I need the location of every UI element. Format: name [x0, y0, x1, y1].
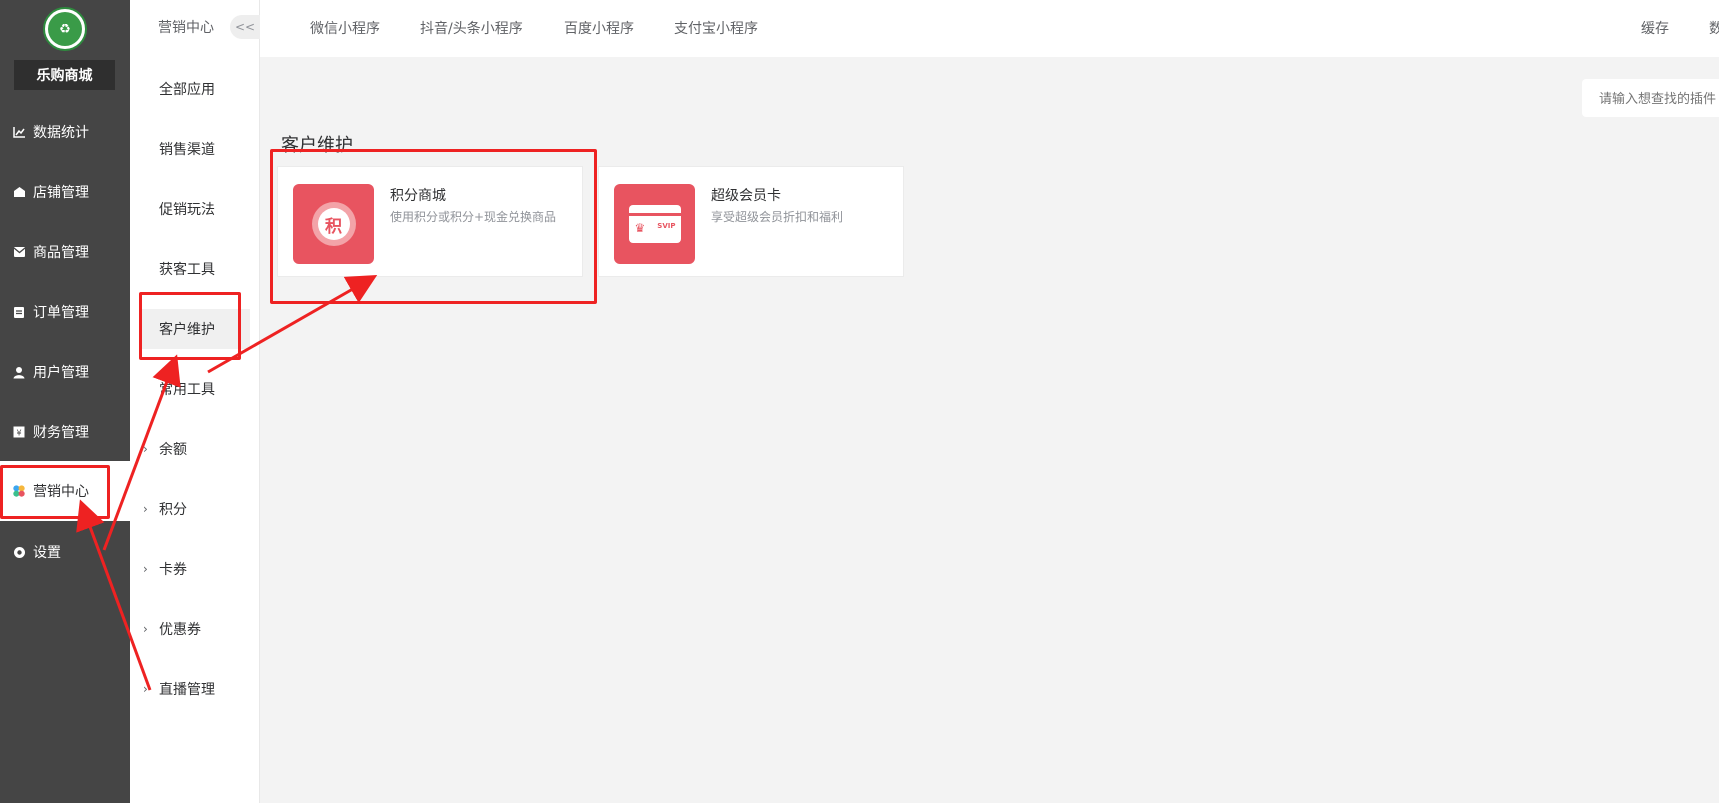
submenu-item-label: 促销玩法 — [159, 202, 215, 218]
chevron-right-icon: › — [143, 562, 148, 576]
submenu-item-common-tools[interactable]: 常用工具 — [130, 369, 250, 409]
annotation-box-marketing — [0, 465, 110, 519]
sidebar-item-store[interactable]: 店铺管理 — [0, 172, 130, 212]
sidebar-item-label: 订单管理 — [33, 305, 89, 321]
sidebar-item-users[interactable]: 用户管理 — [0, 352, 130, 392]
gear-icon — [12, 545, 26, 559]
sidebar-item-label: 设置 — [33, 545, 61, 561]
clipboard-icon — [12, 305, 26, 319]
tab-wechat-miniprogram[interactable]: 微信小程序 — [310, 18, 380, 38]
sidebar-item-products[interactable]: 商品管理 — [0, 232, 130, 272]
annotation-box-customer-care — [139, 292, 241, 360]
submenu-item-label: 优惠券 — [159, 622, 201, 638]
sidebar-item-label: 店铺管理 — [33, 185, 89, 201]
annotation-box-points-mall — [270, 149, 597, 304]
plugin-search-input[interactable] — [1582, 79, 1719, 117]
submenu-item-acquisition[interactable]: 获客工具 — [130, 249, 250, 289]
submenu-item-label: 卡券 — [159, 562, 187, 578]
shop-name: 乐购商城 — [14, 60, 115, 90]
chevron-right-icon: › — [143, 502, 148, 516]
tab-baidu-miniprogram[interactable]: 百度小程序 — [564, 18, 634, 38]
logo-icon: ♻ — [48, 12, 82, 46]
submenu-title: 营销中心 — [158, 20, 214, 36]
submenu-item-promotion[interactable]: 促销玩法 — [130, 189, 250, 229]
svg-text:¥: ¥ — [16, 429, 21, 438]
mail-icon — [12, 245, 26, 259]
submenu-item-cards[interactable]: › 卡券 — [130, 549, 250, 589]
sidebar-item-label: 财务管理 — [33, 425, 89, 441]
user-icon — [12, 365, 26, 379]
submenu-item-label: 全部应用 — [159, 82, 215, 98]
tab-douyin-miniprogram[interactable]: 抖音/头条小程序 — [420, 18, 523, 38]
submenu-item-label: 直播管理 — [159, 682, 215, 698]
app-card-super-vip[interactable]: ♛ SVIP 超级会员卡 享受超级会员折扣和福利 — [598, 166, 904, 277]
svip-card-icon: ♛ SVIP — [614, 184, 695, 264]
collapse-button[interactable]: << — [230, 15, 260, 39]
submenu-item-points[interactable]: › 积分 — [130, 489, 250, 529]
top-right-item[interactable]: 数 — [1709, 18, 1719, 38]
submenu-item-label: 积分 — [159, 502, 187, 518]
store-icon — [12, 185, 26, 199]
shop-logo[interactable]: ♻ — [43, 7, 87, 51]
chart-icon — [12, 125, 26, 139]
tab-alipay-miniprogram[interactable]: 支付宝小程序 — [674, 18, 758, 38]
secondary-menu: 营销中心 << 全部应用 销售渠道 促销玩法 获客工具 客户维护 常用工具 › 余… — [130, 0, 260, 803]
submenu-item-balance[interactable]: › 余额 — [130, 429, 250, 469]
card-title: 超级会员卡 — [711, 188, 781, 204]
card-description: 享受超级会员折扣和福利 — [711, 210, 844, 224]
submenu-item-sales-channel[interactable]: 销售渠道 — [130, 129, 250, 169]
sidebar-item-label: 用户管理 — [33, 365, 89, 381]
finance-icon: ¥ — [12, 425, 26, 439]
submenu-item-label: 余额 — [159, 442, 187, 458]
cache-button[interactable]: 缓存 — [1641, 18, 1669, 38]
sidebar-item-orders[interactable]: 订单管理 — [0, 292, 130, 332]
sidebar-item-label: 商品管理 — [33, 245, 89, 261]
main-sidebar: ♻ 乐购商城 数据统计 店铺管理 商品管理 订单管理 用户管理 ¥ 财务管理 营… — [0, 0, 130, 803]
chevron-right-icon: › — [143, 682, 148, 696]
sidebar-item-label: 数据统计 — [33, 125, 89, 141]
submenu-item-label: 获客工具 — [159, 262, 215, 278]
sidebar-item-settings[interactable]: 设置 — [0, 532, 130, 572]
chevron-right-icon: › — [143, 622, 148, 636]
sidebar-item-data-stats[interactable]: 数据统计 — [0, 112, 130, 152]
submenu-item-live[interactable]: › 直播管理 — [130, 669, 250, 709]
chevron-right-icon: › — [143, 442, 148, 456]
top-bar: 微信小程序 抖音/头条小程序 百度小程序 支付宝小程序 缓存 数 — [260, 0, 1719, 57]
sidebar-item-finance[interactable]: ¥ 财务管理 — [0, 412, 130, 452]
submenu-item-label: 常用工具 — [159, 382, 215, 398]
submenu-item-label: 销售渠道 — [159, 142, 215, 158]
submenu-item-all-apps[interactable]: 全部应用 — [130, 69, 250, 109]
submenu-item-coupons[interactable]: › 优惠券 — [130, 609, 250, 649]
